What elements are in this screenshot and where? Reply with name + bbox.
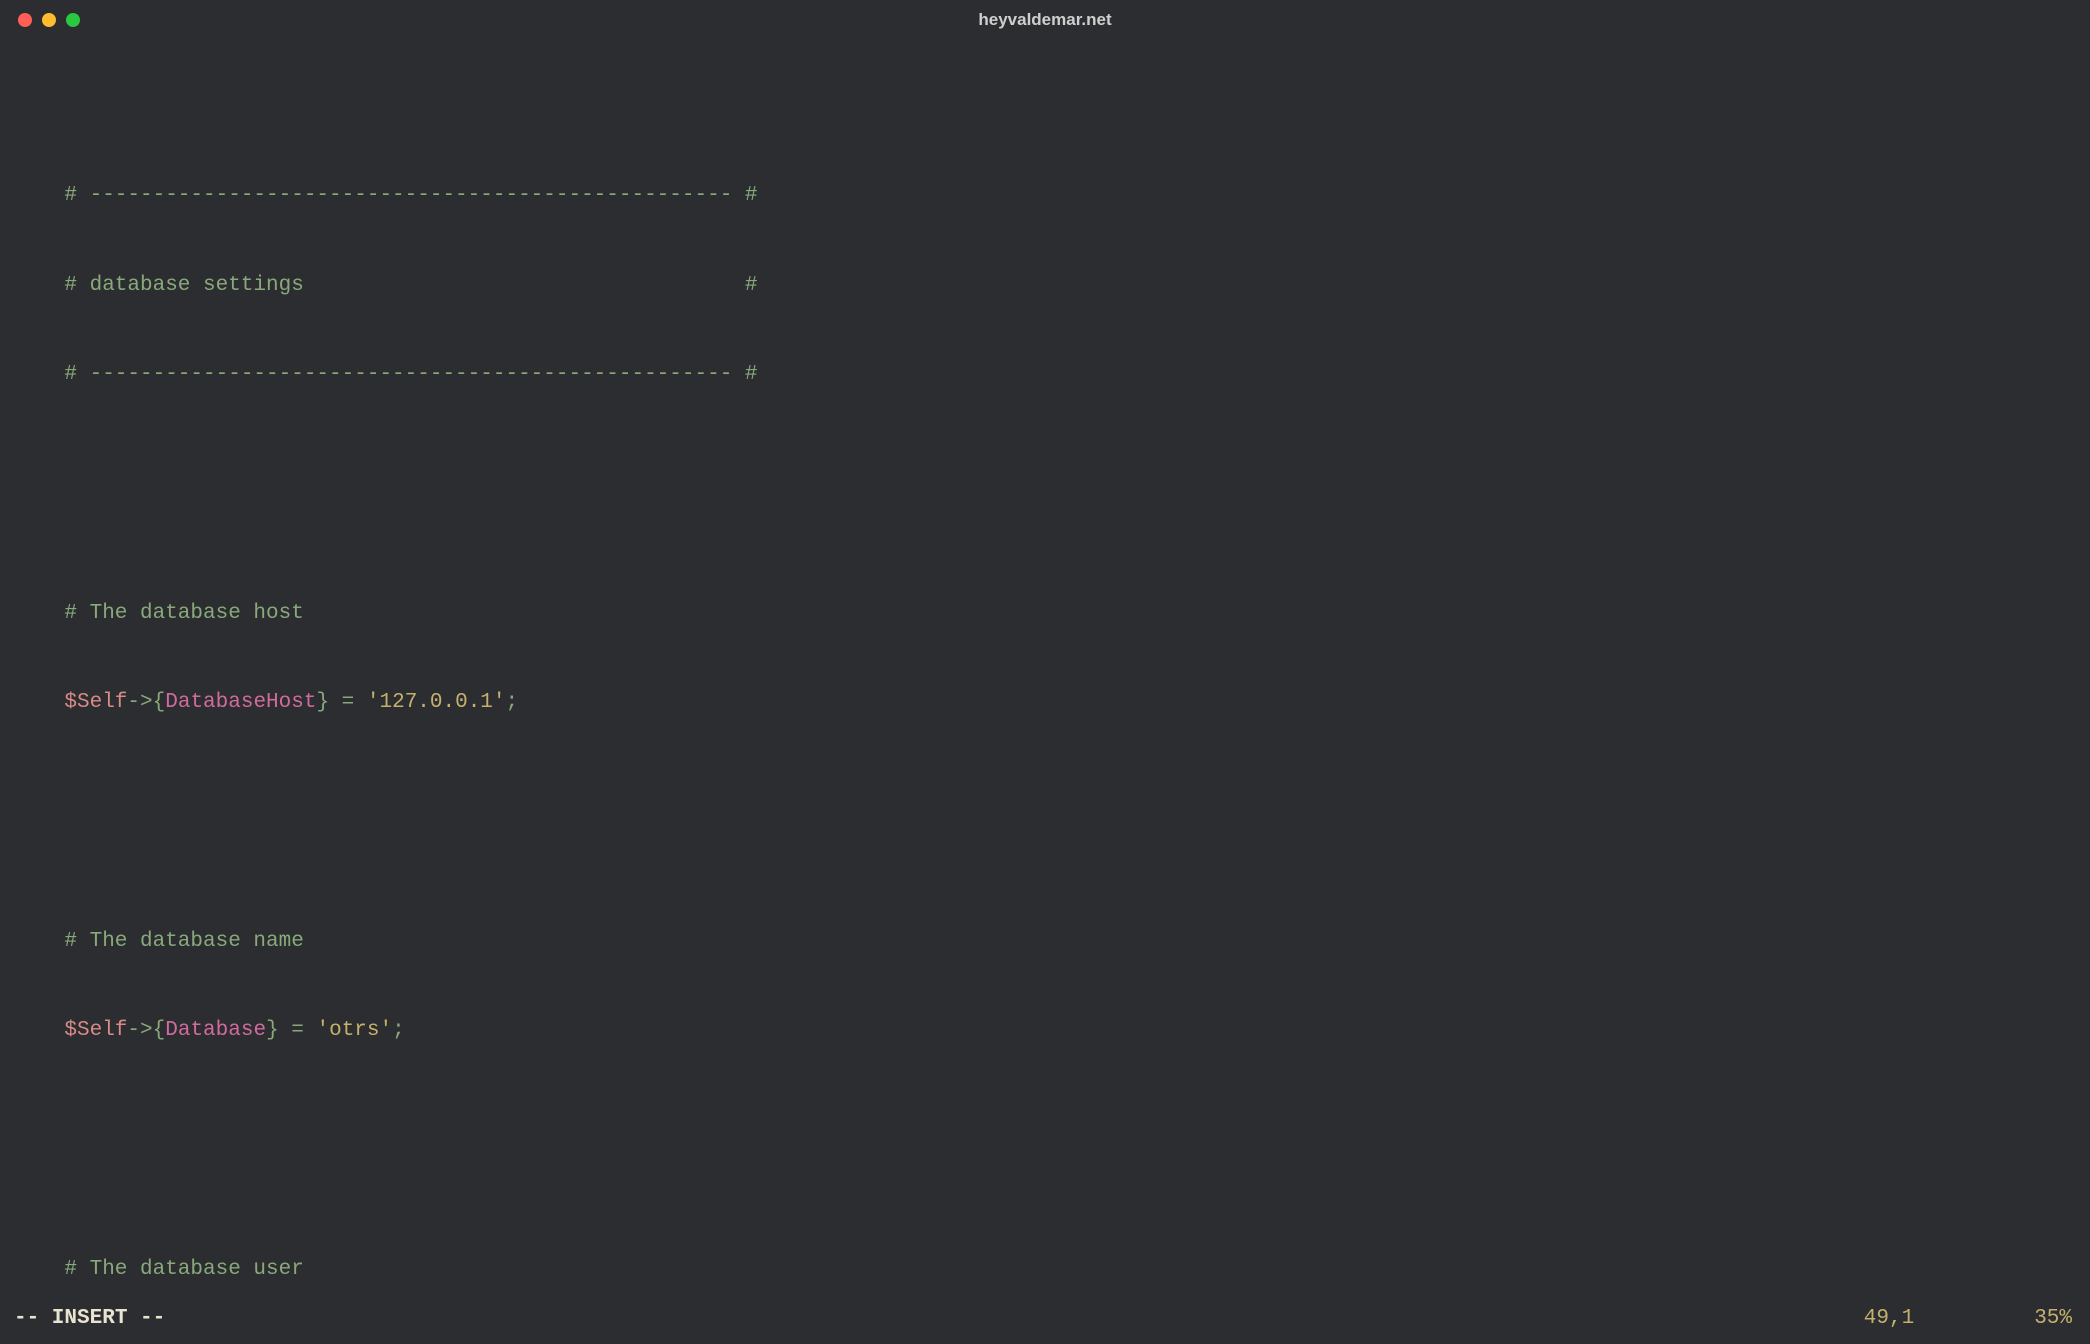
- code-line: $Self->{DatabaseHost} = '127.0.0.1';: [0, 688, 2090, 718]
- terminal-window: heyvaldemar.net # ----------------------…: [0, 0, 2090, 1344]
- cursor-position: 49,1: [1864, 1304, 1914, 1334]
- var-self: $Self: [64, 691, 127, 714]
- vim-mode: -- INSERT --: [14, 1304, 165, 1334]
- minimize-icon[interactable]: [42, 13, 56, 27]
- comment: # The database name: [64, 930, 303, 953]
- window-title: heyvaldemar.net: [0, 8, 2090, 32]
- comment-rule: # --------------------------------------…: [64, 363, 757, 386]
- blank-line: [0, 1135, 2090, 1165]
- section-header: # database settings #: [64, 274, 757, 297]
- comment-rule: # --------------------------------------…: [64, 184, 757, 207]
- vim-status-bar: -- INSERT -- 49,1 35%: [0, 1302, 2090, 1344]
- code-line: # --------------------------------------…: [0, 360, 2090, 390]
- value-database: 'otrs': [316, 1019, 392, 1042]
- value-host: '127.0.0.1': [367, 691, 506, 714]
- key-databasehost: DatabaseHost: [165, 691, 316, 714]
- blank-line: [0, 807, 2090, 837]
- editor-area[interactable]: # --------------------------------------…: [0, 40, 2090, 1302]
- code-line: # The database name: [0, 927, 2090, 957]
- traffic-lights: [18, 13, 80, 27]
- comment: # The database host: [64, 602, 303, 625]
- blank-line: [0, 479, 2090, 509]
- scroll-percent: 35%: [2034, 1304, 2072, 1334]
- code-line: # The database user: [0, 1255, 2090, 1285]
- code-line: # database settings #: [0, 271, 2090, 301]
- comment: # The database user: [64, 1258, 303, 1281]
- code-line: # The database host: [0, 599, 2090, 629]
- titlebar: heyvaldemar.net: [0, 0, 2090, 40]
- code-line: $Self->{Database} = 'otrs';: [0, 1016, 2090, 1046]
- zoom-icon[interactable]: [66, 13, 80, 27]
- code-line: # --------------------------------------…: [0, 181, 2090, 211]
- key-database: Database: [165, 1019, 266, 1042]
- close-icon[interactable]: [18, 13, 32, 27]
